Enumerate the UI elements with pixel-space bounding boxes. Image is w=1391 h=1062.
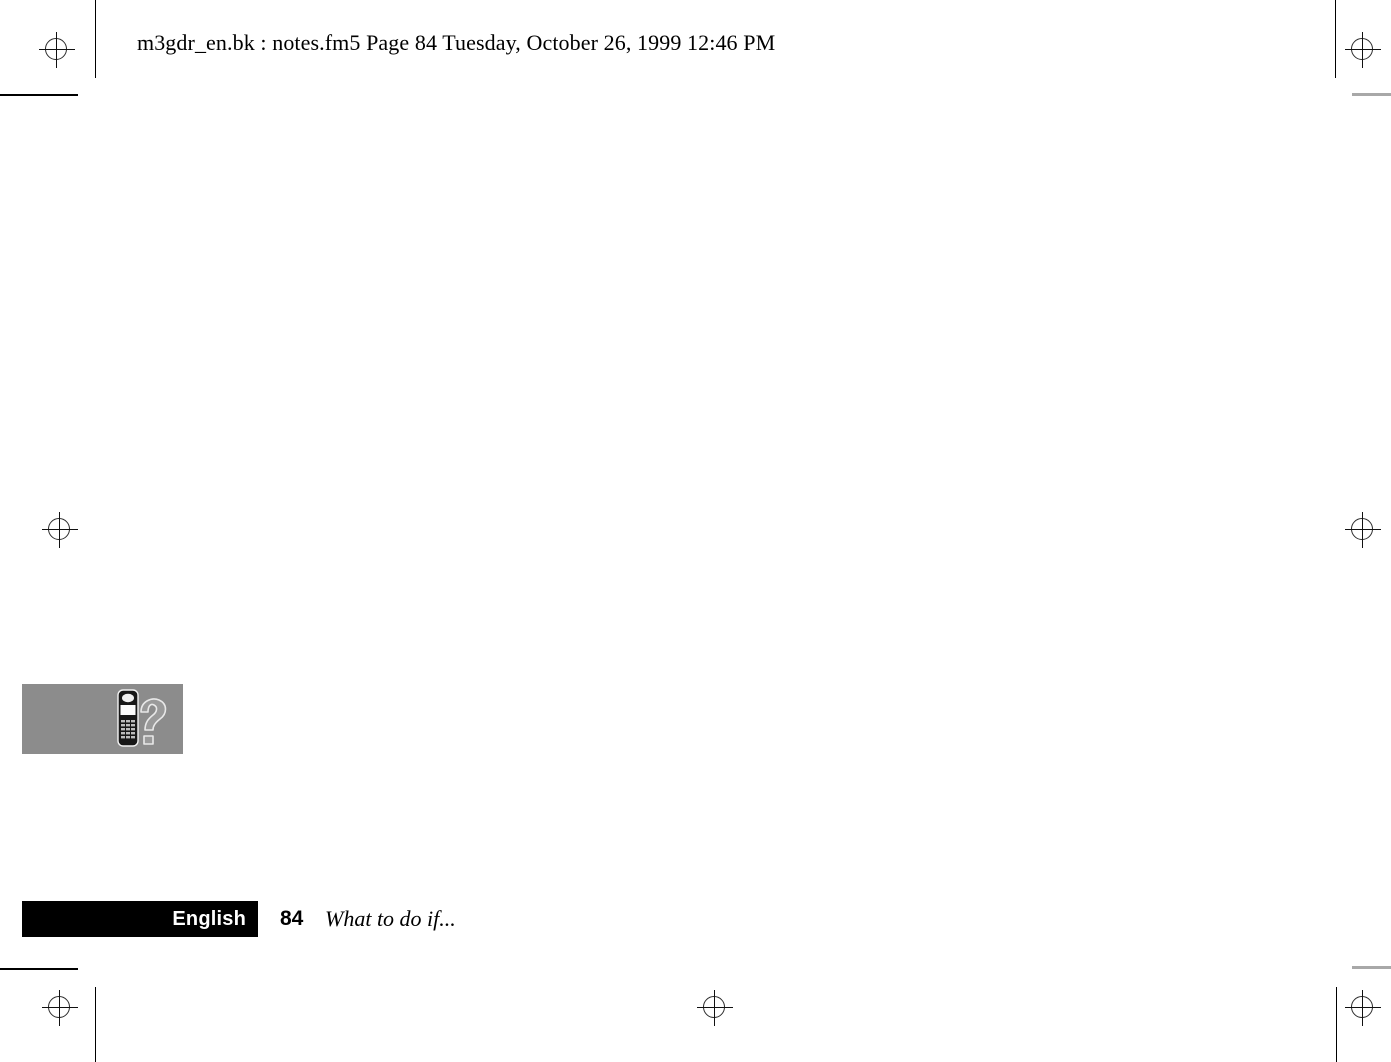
registration-vline [56,32,57,68]
registration-vline [59,990,60,1026]
registration-hline [697,1007,733,1008]
registration-target-icon [1343,30,1383,70]
language-label: English [172,908,246,930]
trim-line-top-left-horizontal [0,94,78,96]
registration-target-icon [695,988,735,1028]
registration-hline [42,1007,78,1008]
language-bar: English [22,901,258,937]
registration-vline [1362,32,1363,68]
icon-panel [22,684,183,754]
page-footer: English 84 What to do if... [0,898,1391,942]
print-header-line: m3gdr_en.bk : notes.fm5 Page 84 Tuesday,… [137,30,776,55]
registration-target-icon [1343,988,1383,1028]
trim-line-bottom-left-horizontal [0,968,78,970]
trim-line-top-right-horizontal [1352,93,1391,96]
registration-target-icon [37,30,77,70]
trim-line-bottom-left-vertical [95,987,96,1062]
registration-target-icon [40,510,80,550]
registration-vline [714,990,715,1026]
registration-vline [1362,990,1363,1026]
registration-target-icon [40,988,80,1028]
registration-hline [1345,49,1381,50]
section-title: What to do if... [325,906,456,931]
registration-hline [1345,529,1381,530]
registration-hline [42,529,78,530]
page-number: 84 [280,907,304,930]
trim-line-bottom-right-horizontal [1352,966,1391,969]
trim-line-top-right-vertical [1335,0,1336,78]
trim-line-top-left-vertical [95,0,96,78]
registration-vline [59,512,60,548]
cordless-phone-question-icon [108,688,178,750]
registration-vline [1362,512,1363,548]
registration-hline [39,49,75,50]
registration-target-icon [1343,510,1383,550]
registration-hline [1345,1007,1381,1008]
trim-line-bottom-right-vertical [1336,987,1337,1062]
